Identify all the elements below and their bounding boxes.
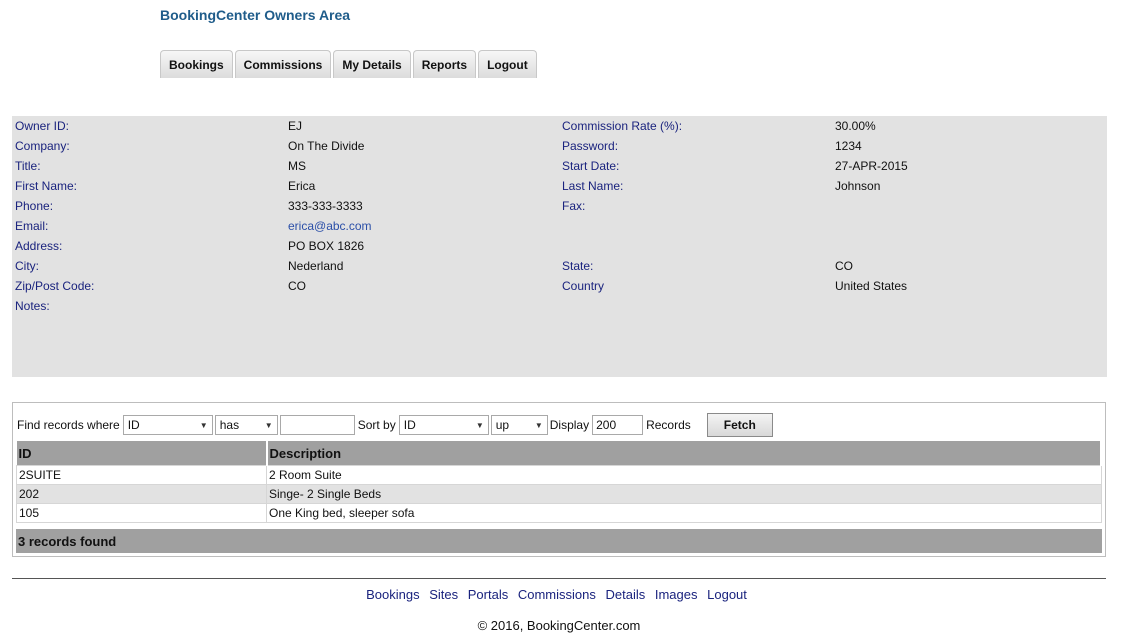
password-label: Password: bbox=[562, 139, 619, 153]
detail-row: Zip/Post Code: CO Country United States bbox=[12, 276, 1107, 296]
tab-commissions[interactable]: Commissions bbox=[234, 50, 332, 78]
sort-select-value: ID bbox=[403, 418, 416, 432]
country-value: United States bbox=[835, 279, 908, 293]
state-value: CO bbox=[835, 259, 853, 273]
field-select-value: ID bbox=[127, 418, 140, 432]
sort-label: Sort by bbox=[357, 418, 396, 432]
table-row[interactable]: 2SUITE 2 Room Suite bbox=[16, 465, 1102, 485]
city-label: City: bbox=[15, 259, 39, 273]
zip-value: CO bbox=[288, 279, 306, 293]
tab-logout[interactable]: Logout bbox=[478, 50, 537, 78]
fax-label: Fax: bbox=[562, 199, 586, 213]
city-value: Nederland bbox=[288, 259, 344, 273]
company-label: Company: bbox=[15, 139, 70, 153]
chevron-down-icon: ▼ bbox=[534, 420, 543, 430]
start-date-label: Start Date: bbox=[562, 159, 620, 173]
table-header-row: ID Description bbox=[16, 441, 1102, 466]
detail-row: First Name: Erica Last Name: Johnson bbox=[12, 176, 1107, 196]
footer-divider bbox=[12, 578, 1106, 579]
table-row[interactable]: 202 Singe- 2 Single Beds bbox=[16, 484, 1102, 504]
display-label: Display bbox=[549, 418, 590, 432]
fetch-button[interactable]: Fetch bbox=[706, 413, 773, 437]
cell-description: One King bed, sleeper sofa bbox=[266, 503, 1102, 523]
title-label: Title: bbox=[15, 159, 41, 173]
title-value: MS bbox=[288, 159, 306, 173]
cell-id: 2SUITE bbox=[16, 465, 267, 485]
detail-row: Title: MS Start Date: 27-APR-2015 bbox=[12, 156, 1107, 176]
detail-row: Email: erica@abc.com bbox=[12, 216, 1107, 236]
records-table: ID Description 2SUITE 2 Room Suite 202 S… bbox=[16, 441, 1102, 523]
records-label: Records bbox=[646, 418, 691, 432]
cell-description: 2 Room Suite bbox=[266, 465, 1102, 485]
main-tabs: Bookings Commissions My Details Reports … bbox=[160, 50, 537, 78]
email-link[interactable]: erica@abc.com bbox=[288, 219, 372, 233]
chevron-down-icon: ▼ bbox=[475, 420, 484, 430]
footer-link-logout[interactable]: Logout bbox=[707, 587, 747, 602]
first-name-value: Erica bbox=[288, 179, 316, 193]
owner-id-label: Owner ID: bbox=[15, 119, 70, 133]
search-input[interactable] bbox=[279, 415, 355, 435]
email-label: Email: bbox=[15, 219, 49, 233]
records-panel: Find records where ID ▼ has ▼ Sort by ID… bbox=[12, 402, 1106, 557]
detail-row: Address: PO BOX 1826 bbox=[12, 236, 1107, 256]
field-select[interactable]: ID ▼ bbox=[122, 415, 213, 435]
footer-link-portals[interactable]: Portals bbox=[468, 587, 508, 602]
footer-link-details[interactable]: Details bbox=[605, 587, 645, 602]
start-date-value: 27-APR-2015 bbox=[835, 159, 908, 173]
filter-bar: Find records where ID ▼ has ▼ Sort by ID… bbox=[17, 413, 773, 437]
address-value: PO BOX 1826 bbox=[288, 239, 365, 253]
last-name-label: Last Name: bbox=[562, 179, 624, 193]
password-value: 1234 bbox=[835, 139, 862, 153]
column-header-id[interactable]: ID bbox=[16, 441, 268, 466]
country-label: Country bbox=[562, 279, 605, 293]
detail-row: Company: On The Divide Password: 1234 bbox=[12, 136, 1107, 156]
copyright: © 2016, BookingCenter.com bbox=[477, 618, 641, 633]
company-value: On The Divide bbox=[288, 139, 365, 153]
records-count: 3 records found bbox=[16, 529, 1102, 553]
find-label: Find records where bbox=[17, 418, 120, 432]
detail-row: Notes: bbox=[12, 296, 1107, 316]
notes-label: Notes: bbox=[15, 299, 50, 313]
last-name-value: Johnson bbox=[835, 179, 881, 193]
direction-select-value: up bbox=[495, 418, 510, 432]
detail-row: Owner ID: EJ Commission Rate (%): 30.00% bbox=[12, 116, 1107, 136]
footer-link-commissions[interactable]: Commissions bbox=[518, 587, 596, 602]
page-title: BookingCenter Owners Area bbox=[160, 7, 351, 23]
operator-select[interactable]: has ▼ bbox=[214, 415, 278, 435]
phone-value: 333-333-3333 bbox=[288, 199, 363, 213]
commission-rate-value: 30.00% bbox=[835, 119, 876, 133]
detail-row: Phone: 333-333-3333 Fax: bbox=[12, 196, 1107, 216]
tab-reports[interactable]: Reports bbox=[412, 50, 477, 78]
chevron-down-icon: ▼ bbox=[199, 420, 208, 430]
display-count-input[interactable]: 200 bbox=[592, 415, 644, 435]
tab-bookings[interactable]: Bookings bbox=[160, 50, 233, 78]
chevron-down-icon: ▼ bbox=[264, 420, 273, 430]
footer-link-images[interactable]: Images bbox=[655, 587, 698, 602]
state-label: State: bbox=[562, 259, 594, 273]
address-label: Address: bbox=[15, 239, 63, 253]
zip-label: Zip/Post Code: bbox=[15, 279, 95, 293]
cell-id: 202 bbox=[16, 484, 267, 504]
first-name-label: First Name: bbox=[15, 179, 78, 193]
owner-id-value: EJ bbox=[288, 119, 303, 133]
direction-select[interactable]: up ▼ bbox=[490, 415, 548, 435]
footer-link-sites[interactable]: Sites bbox=[429, 587, 458, 602]
footer-nav: Bookings Sites Portals Commissions Detai… bbox=[0, 587, 1113, 602]
operator-select-value: has bbox=[219, 418, 240, 432]
cell-description: Singe- 2 Single Beds bbox=[266, 484, 1102, 504]
tab-my-details[interactable]: My Details bbox=[333, 50, 411, 78]
footer-link-bookings[interactable]: Bookings bbox=[366, 587, 419, 602]
table-row[interactable]: 105 One King bed, sleeper sofa bbox=[16, 503, 1102, 523]
commission-rate-label: Commission Rate (%): bbox=[562, 119, 683, 133]
sort-select[interactable]: ID ▼ bbox=[398, 415, 489, 435]
column-header-description[interactable]: Description bbox=[266, 441, 1102, 466]
cell-id: 105 bbox=[16, 503, 267, 523]
detail-row: City: Nederland State: CO bbox=[12, 256, 1107, 276]
phone-label: Phone: bbox=[15, 199, 54, 213]
owner-details-panel: Owner ID: EJ Commission Rate (%): 30.00%… bbox=[12, 116, 1107, 377]
